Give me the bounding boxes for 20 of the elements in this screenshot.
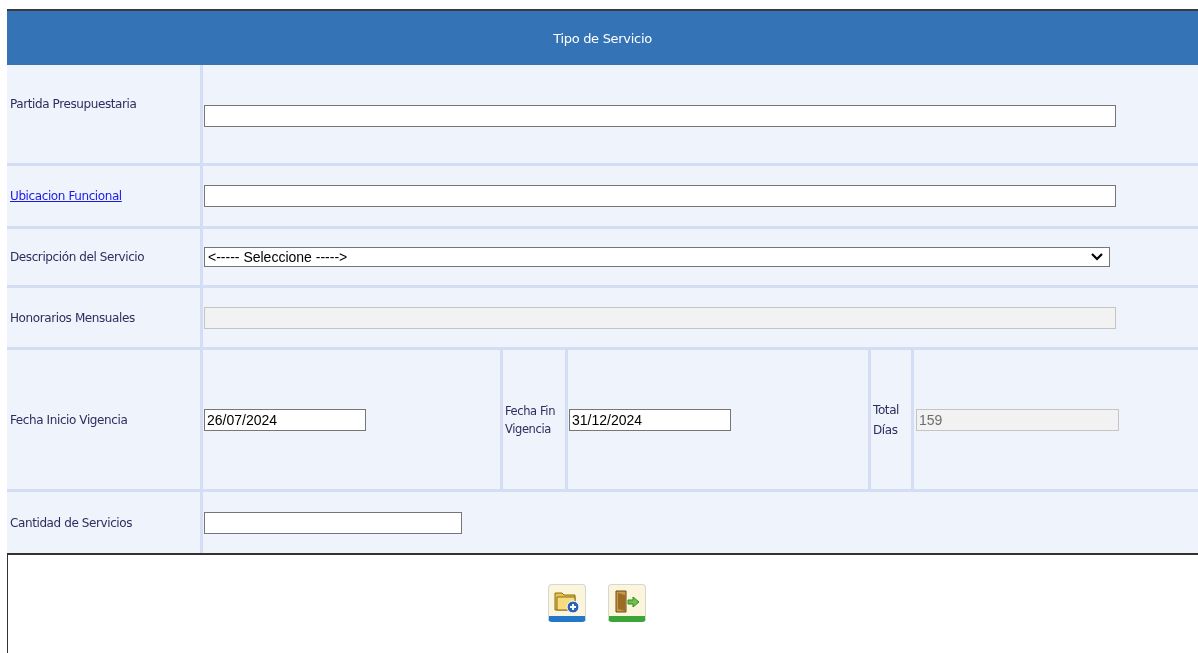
input-field[interactable] <box>204 104 1116 127</box>
input-field[interactable]: 31/12/2024 <box>569 408 731 431</box>
input-field[interactable] <box>204 185 1116 207</box>
exit-button[interactable] <box>608 584 646 622</box>
add-folder-button[interactable] <box>548 584 586 622</box>
field-label: Fecha Inicio Vigencia <box>10 411 128 429</box>
chevron-down-icon <box>1091 253 1103 261</box>
field-label: Descripción del Servicio <box>10 249 145 266</box>
field-label: Fecha Fin Vigencia <box>505 402 557 438</box>
field-label: Total Días <box>873 401 901 439</box>
field-label: Honorarios Mensuales <box>10 309 135 327</box>
door-exit-icon <box>613 587 641 614</box>
dropdown[interactable]: <----- Seleccione -----> <box>204 247 1110 267</box>
field-label: Cantidad de Servicios <box>10 514 133 532</box>
input-field[interactable]: 26/07/2024 <box>204 408 366 431</box>
field-link[interactable]: Ubicacion Funcional <box>10 186 122 206</box>
form-title: Tipo de Servicio <box>553 30 652 46</box>
input-field: 159 <box>916 408 1119 431</box>
input-field[interactable] <box>204 511 462 534</box>
field-label: Partida Presupuestaria <box>10 96 137 113</box>
